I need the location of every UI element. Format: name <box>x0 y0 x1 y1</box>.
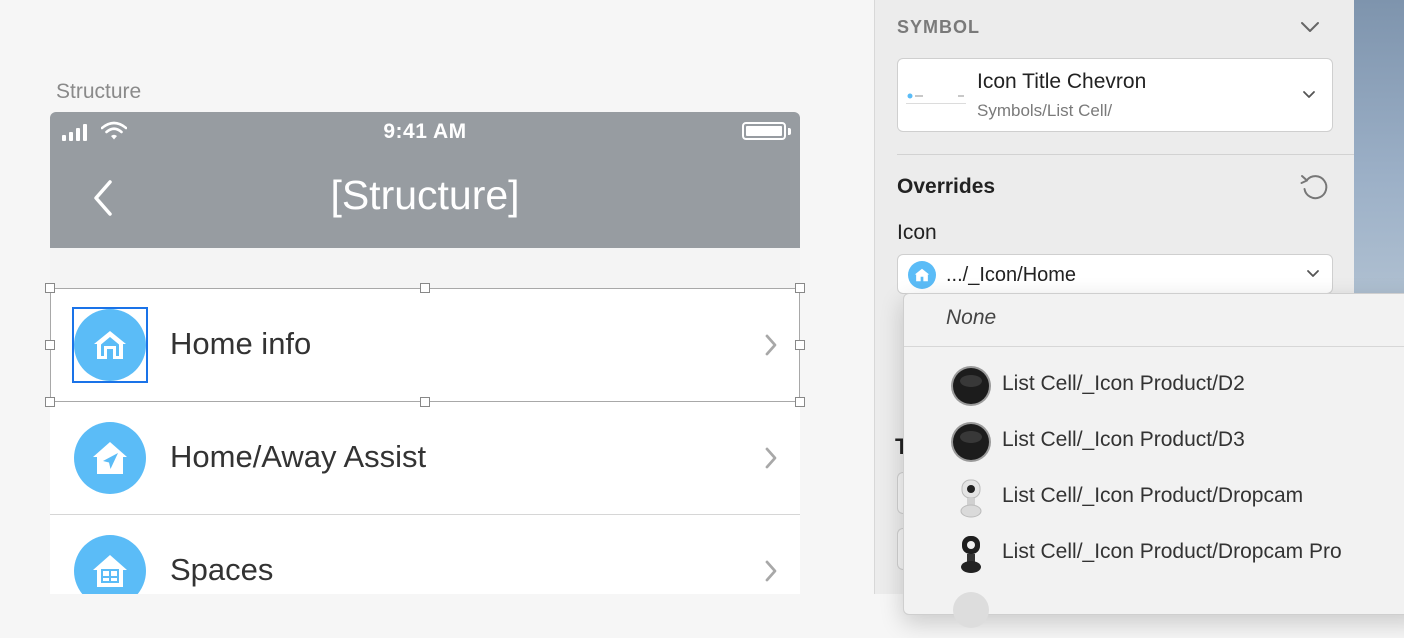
menu-item-dropcam-pro[interactable]: List Cell/_Icon Product/Dropcam Pro <box>904 526 1404 582</box>
status-time: 9:41 AM <box>383 120 467 143</box>
device-icon <box>953 592 989 628</box>
artboard-title[interactable]: Structure <box>56 80 141 104</box>
menu-item-label: List Cell/_Icon Product/Dropcam <box>1002 484 1304 507</box>
d3-device-icon <box>951 422 991 462</box>
navigation-bar: [Structure] <box>50 152 800 248</box>
list-cell-label: Home/Away Assist <box>170 439 427 474</box>
d2-device-icon <box>951 366 991 406</box>
list: Home info Home/Away Assist Spaces <box>50 288 800 594</box>
icon-override-value: .../_Icon/Home <box>946 264 1077 286</box>
menu-item-label: List Cell/_Icon Product/D3 <box>1002 428 1245 451</box>
resize-handle-ml[interactable] <box>45 340 55 350</box>
icon-override-select[interactable]: .../_Icon/Home <box>897 254 1333 294</box>
overrides-title: Overrides <box>897 175 996 198</box>
home-icon[interactable] <box>72 307 148 383</box>
dropcam-icon <box>960 479 982 518</box>
menu-item-dropcam[interactable]: List Cell/_Icon Product/Dropcam <box>904 470 1404 526</box>
chevron-right-icon <box>765 334 777 356</box>
nav-title: [Structure] <box>330 172 520 218</box>
resize-handle-tr[interactable] <box>795 283 805 293</box>
reset-overrides-icon[interactable] <box>1299 171 1331 203</box>
icon-override-label: Icon <box>897 221 937 244</box>
menu-item-label: List Cell/_Icon Product/Dropcam Pro <box>1002 540 1342 563</box>
menu-item-d2[interactable]: List Cell/_Icon Product/D2 <box>904 358 1404 414</box>
spaces-icon <box>74 535 146 594</box>
icon-dropdown-menu: None List Cell/_Icon Product/D2 List Cel… <box>903 293 1404 628</box>
home-away-icon <box>74 422 146 494</box>
resize-handle-tl[interactable] <box>45 283 55 293</box>
chevron-right-icon <box>765 560 777 582</box>
status-bar: 9:41 AM <box>50 112 800 152</box>
symbol-path: Symbols/List Cell/ <box>977 101 1113 120</box>
chevron-down-icon[interactable] <box>1299 16 1321 38</box>
symbol-thumbnail <box>906 89 966 104</box>
resize-handle-mr[interactable] <box>795 340 805 350</box>
list-cell-spaces[interactable]: Spaces <box>50 515 800 594</box>
symbol-name: Icon Title Chevron <box>977 70 1147 93</box>
dropcam-pro-icon <box>961 536 981 573</box>
menu-item-none[interactable]: None <box>946 306 996 330</box>
list-cell-home-away-assist[interactable]: Home/Away Assist <box>50 402 800 515</box>
battery-cap <box>788 128 791 135</box>
chevron-down-icon <box>1303 91 1315 98</box>
list-cell-home-info[interactable]: Home info <box>50 288 800 402</box>
battery-icon <box>742 122 786 140</box>
selection-outline <box>72 307 148 383</box>
list-cell-label: Home info <box>170 326 312 361</box>
list-cell-label: Spaces <box>170 552 274 587</box>
menu-item-label: List Cell/_Icon Product/D2 <box>1002 372 1245 395</box>
menu-separator <box>904 346 1404 347</box>
design-canvas[interactable]: Structure 9:41 AM [Structure] Home info … <box>0 0 874 594</box>
artboard[interactable]: 9:41 AM [Structure] Home info Home/Away … <box>50 112 800 594</box>
menu-item-more[interactable] <box>904 582 1404 638</box>
menu-item-d3[interactable]: List Cell/_Icon Product/D3 <box>904 414 1404 470</box>
home-icon <box>908 261 936 289</box>
resize-handle-bc[interactable] <box>420 397 430 407</box>
resize-handle-bl[interactable] <box>45 397 55 407</box>
chevron-down-icon <box>1307 270 1319 277</box>
resize-handle-br[interactable] <box>795 397 805 407</box>
symbol-section-title: SYMBOL <box>897 17 981 37</box>
symbol-picker[interactable]: Icon Title Chevron Symbols/List Cell/ <box>897 58 1333 132</box>
divider <box>897 154 1355 155</box>
resize-handle-tc[interactable] <box>420 283 430 293</box>
chevron-right-icon <box>765 447 777 469</box>
